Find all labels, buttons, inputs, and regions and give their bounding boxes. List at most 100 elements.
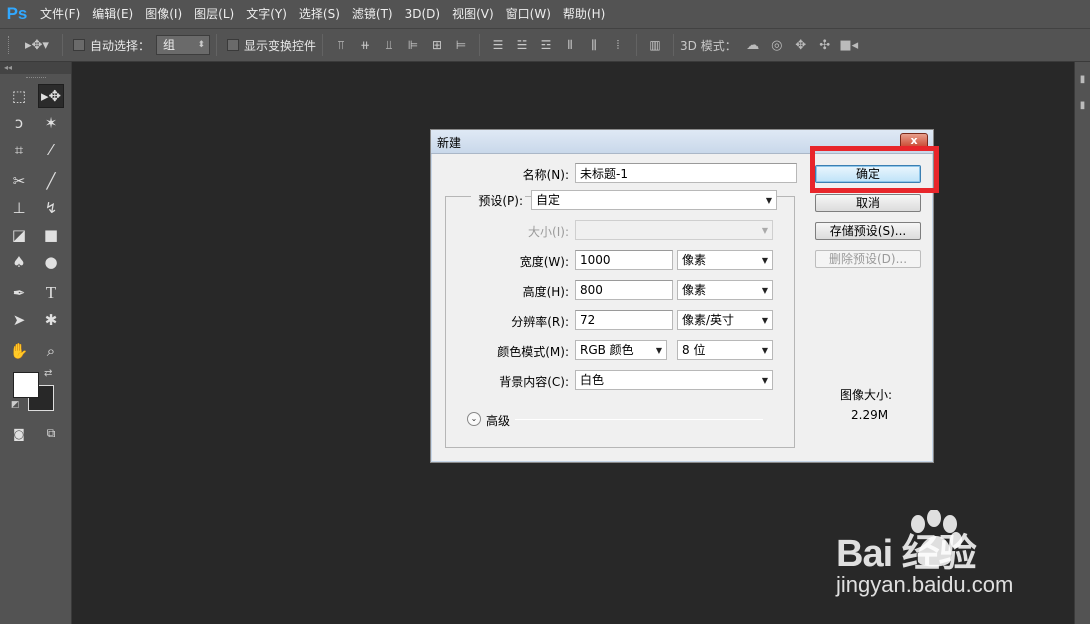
menu-help[interactable]: 帮助(H) xyxy=(557,0,611,28)
auto-select-dropdown[interactable]: 组 xyxy=(156,35,211,55)
menu-image[interactable]: 图像(I) xyxy=(139,0,188,28)
right-panel-strip: ▮ ▮ xyxy=(1074,62,1090,624)
distribute-right-icon[interactable]: ⦙ xyxy=(610,37,626,53)
color-mode-select[interactable]: RGB 颜色 xyxy=(575,340,667,360)
baidu-watermark: Bai 经验 jingyan.baidu.com xyxy=(836,510,1056,606)
show-transform-checkbox[interactable] xyxy=(227,39,240,51)
collapse-icon[interactable]: ◂◂ xyxy=(0,62,71,74)
auto-align-icon[interactable]: ▥ xyxy=(647,37,663,53)
menu-window[interactable]: 窗口(W) xyxy=(500,0,557,28)
image-size-value: 2.29M xyxy=(851,408,889,422)
divider xyxy=(216,34,218,56)
3d-mode-label: 3D 模式： xyxy=(680,38,737,53)
eraser-tool-icon[interactable]: ◪ xyxy=(6,223,32,247)
tool-panel: ◂◂ ⬚ ▸✥ ↄ ✶ ⌗ ⁄ ✂ ╱ ⊥ ↯ ◪ ■ ♠ ● ✒ T ➤ ✱ … xyxy=(0,62,72,624)
height-unit-select[interactable]: 像素 xyxy=(677,280,773,300)
screen-mode-icon[interactable]: ⧉ xyxy=(38,422,64,446)
color-swatches: ⇄ ◩ xyxy=(0,364,71,420)
3d-slide-icon[interactable]: ✣ xyxy=(815,37,835,53)
crop-tool-icon[interactable]: ⌗ xyxy=(6,138,32,162)
stamp-tool-icon[interactable]: ⊥ xyxy=(6,196,32,220)
panel-grip[interactable] xyxy=(0,74,71,82)
name-input[interactable] xyxy=(575,163,797,183)
eyedropper-icon[interactable]: ⁄ xyxy=(38,138,64,162)
auto-select-checkbox[interactable] xyxy=(73,39,85,51)
preset-select[interactable]: 自定 xyxy=(531,190,777,210)
default-colors-icon[interactable]: ◩ xyxy=(11,400,20,410)
history-brush-icon[interactable]: ↯ xyxy=(38,196,64,220)
panel-grip-icon[interactable]: ▮ xyxy=(1076,74,1090,88)
distribute-vcenter-icon[interactable]: ☱ xyxy=(514,37,530,53)
watermark-brand: Bai 经验 xyxy=(836,533,977,575)
menu-layer[interactable]: 图层(L) xyxy=(188,0,240,28)
panel-grip-icon[interactable]: ▮ xyxy=(1076,100,1090,114)
height-input[interactable] xyxy=(575,280,673,300)
resolution-input[interactable] xyxy=(575,310,673,330)
name-label: 名称(N): xyxy=(522,168,569,182)
options-bar: ▸✥▾ 自动选择： 组 显示变换控件 ⫪ ⧺ ⫫ ⊫ ⊞ ⊨ ☰ ☱ ☲ ⦀ ⫼… xyxy=(0,28,1090,62)
align-vcenter-icon[interactable]: ⧺ xyxy=(357,37,373,53)
3d-roll-icon[interactable]: ◎ xyxy=(767,37,787,53)
align-right-icon[interactable]: ⊨ xyxy=(453,37,469,53)
type-tool-icon[interactable]: T xyxy=(38,281,64,305)
marquee-tool-icon[interactable]: ⬚ xyxy=(6,84,32,108)
dialog-title: 新建 xyxy=(437,136,462,150)
ps-logo: Ps xyxy=(6,4,28,23)
show-transform-label: 显示变换控件 xyxy=(244,38,317,53)
menu-bar: Ps 文件(F) 编辑(E) 图像(I) 图层(L) 文字(Y) 选择(S) 滤… xyxy=(0,0,1090,28)
align-left-icon[interactable]: ⊫ xyxy=(405,37,421,53)
menu-file[interactable]: 文件(F) xyxy=(34,0,86,28)
distribute-left-icon[interactable]: ⦀ xyxy=(562,37,578,53)
height-label: 高度(H): xyxy=(522,285,569,299)
background-contents-select[interactable]: 白色 xyxy=(575,370,773,390)
dodge-tool-icon[interactable]: ● xyxy=(38,250,64,274)
resolution-unit-select[interactable]: 像素/英寸 xyxy=(677,310,773,330)
watermark-url: jingyan.baidu.com xyxy=(836,572,1014,597)
3d-pan-icon[interactable]: ✥ xyxy=(791,37,811,53)
options-grip[interactable] xyxy=(8,36,18,54)
swap-colors-icon[interactable]: ⇄ xyxy=(44,368,52,379)
menu-select[interactable]: 选择(S) xyxy=(293,0,346,28)
3d-scale-icon[interactable]: ■◂ xyxy=(839,37,859,53)
3d-rotate-icon[interactable]: ☁ xyxy=(743,37,763,53)
hand-tool-icon[interactable]: ✋ xyxy=(6,339,32,363)
width-unit-select[interactable]: 像素 xyxy=(677,250,773,270)
zoom-tool-icon[interactable]: ⌕ xyxy=(38,339,64,363)
distribute-bottom-icon[interactable]: ☲ xyxy=(538,37,554,53)
distribute-hcenter-icon[interactable]: ⫼ xyxy=(586,37,602,53)
divider xyxy=(673,34,675,56)
align-bottom-icon[interactable]: ⫫ xyxy=(381,37,397,53)
advanced-label[interactable]: 高级 xyxy=(486,412,510,429)
path-select-icon[interactable]: ➤ xyxy=(6,308,32,332)
width-label: 宽度(W): xyxy=(519,255,569,269)
menu-filter[interactable]: 滤镜(T) xyxy=(346,0,399,28)
foreground-color[interactable] xyxy=(13,372,39,398)
annotation-highlight-box xyxy=(810,146,939,193)
save-preset-button[interactable]: 存储预设(S)... xyxy=(815,222,921,240)
brush-tool-icon[interactable]: ╱ xyxy=(38,169,64,193)
color-mode-label: 颜色模式(M): xyxy=(497,345,569,359)
distribute-top-icon[interactable]: ☰ xyxy=(490,37,506,53)
width-input[interactable] xyxy=(575,250,673,270)
pen-tool-icon[interactable]: ✒ xyxy=(6,281,32,305)
lasso-tool-icon[interactable]: ↄ xyxy=(6,111,32,135)
move-tool-icon[interactable]: ▸✥ xyxy=(38,83,64,108)
magic-wand-icon[interactable]: ✶ xyxy=(38,111,64,135)
align-top-icon[interactable]: ⫪ xyxy=(333,37,349,53)
resolution-label: 分辨率(R): xyxy=(511,315,569,329)
gradient-tool-icon[interactable]: ■ xyxy=(38,223,64,247)
align-hcenter-icon[interactable]: ⊞ xyxy=(429,37,445,53)
bit-depth-select[interactable]: 8 位 xyxy=(677,340,773,360)
menu-type[interactable]: 文字(Y) xyxy=(240,0,293,28)
menu-3d[interactable]: 3D(D) xyxy=(399,0,446,28)
blur-tool-icon[interactable]: ♠ xyxy=(6,250,32,274)
menu-view[interactable]: 视图(V) xyxy=(446,0,500,28)
quick-mask-icon[interactable]: ◙ xyxy=(6,422,32,446)
cancel-button[interactable]: 取消 xyxy=(815,194,921,212)
menu-edit[interactable]: 编辑(E) xyxy=(86,0,139,28)
healing-brush-icon[interactable]: ✂ xyxy=(6,169,32,193)
chevron-down-icon[interactable]: ⌄ xyxy=(467,412,481,426)
shape-tool-icon[interactable]: ✱ xyxy=(38,308,64,332)
move-tool-icon[interactable]: ▸✥▾ xyxy=(22,37,52,53)
advanced-divider xyxy=(515,419,763,420)
